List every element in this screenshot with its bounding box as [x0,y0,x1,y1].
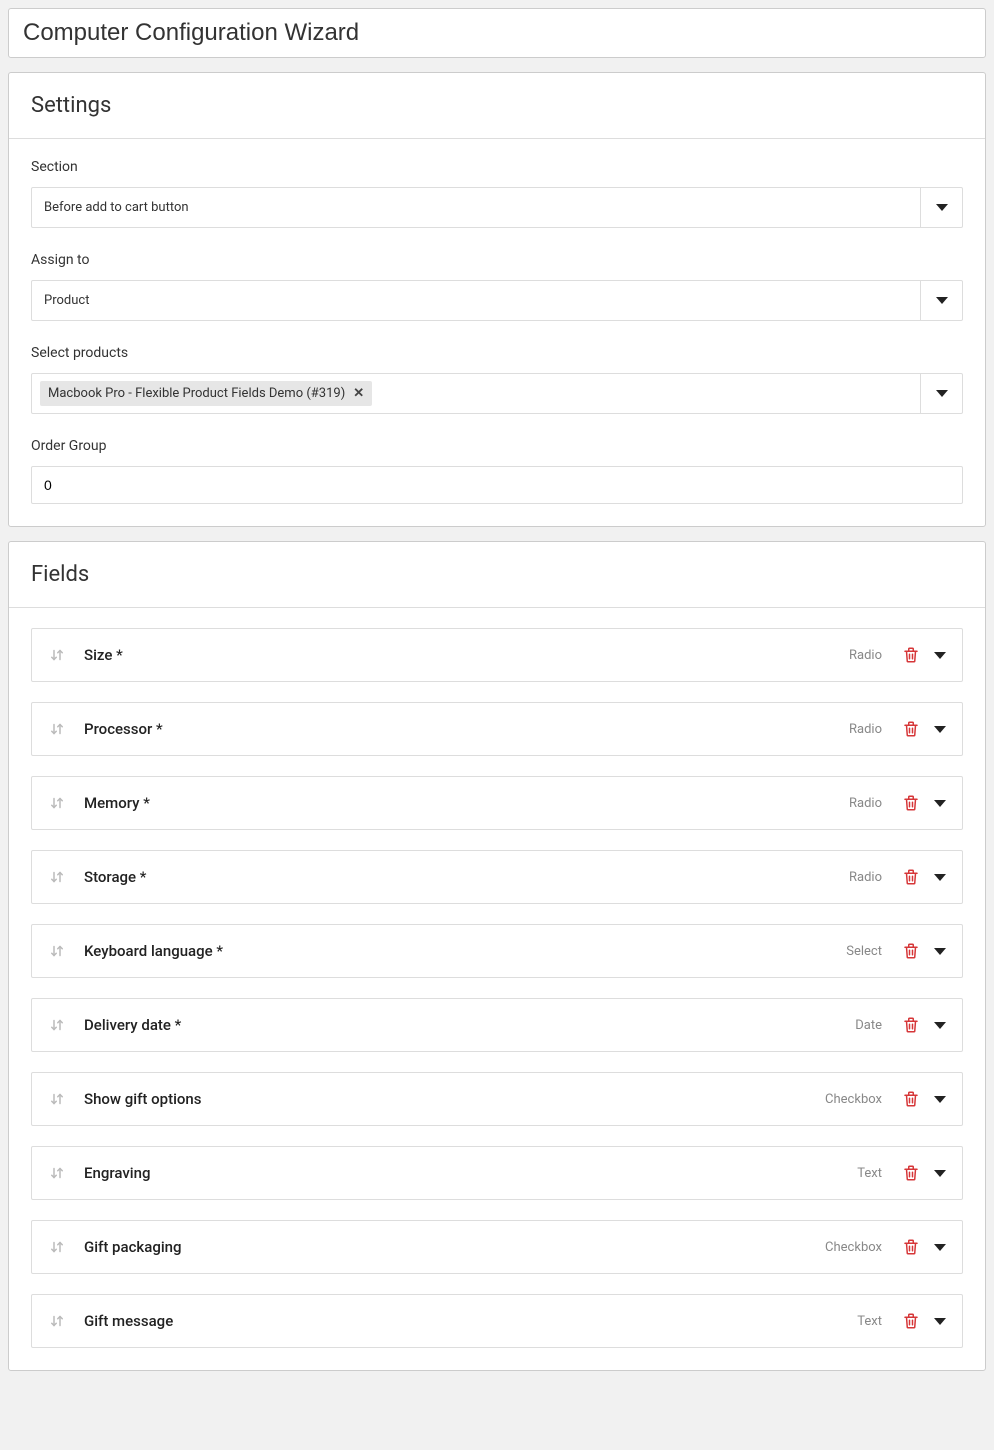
field-row[interactable]: Size *Radio [31,628,963,682]
sort-icon[interactable] [48,720,66,738]
field-type: Date [855,1018,882,1033]
field-row[interactable]: Storage *Radio [31,850,963,904]
field-row-toggle[interactable] [934,652,946,659]
field-row-toggle[interactable] [934,1170,946,1177]
field-type: Checkbox [825,1092,882,1107]
trash-icon[interactable] [902,1238,920,1256]
field-type: Text [857,1314,882,1329]
field-name: Engraving [84,1164,857,1182]
field-row[interactable]: EngravingText [31,1146,963,1200]
trash-icon[interactable] [902,942,920,960]
select-products-select[interactable]: Macbook Pro - Flexible Product Fields De… [31,373,963,414]
field-row[interactable]: Show gift optionsCheckbox [31,1072,963,1126]
section-label: Section [31,159,963,175]
product-tag: Macbook Pro - Flexible Product Fields De… [40,381,372,406]
trash-icon[interactable] [902,1312,920,1330]
field-name: Gift message [84,1312,857,1330]
chevron-down-icon [934,1244,946,1251]
sort-icon[interactable] [48,1312,66,1330]
sort-icon[interactable] [48,794,66,812]
field-name: Show gift options [84,1090,825,1108]
sort-icon[interactable] [48,1016,66,1034]
sort-icon[interactable] [48,646,66,664]
chevron-down-icon [934,1318,946,1325]
field-row[interactable]: Memory *Radio [31,776,963,830]
sort-icon[interactable] [48,1090,66,1108]
field-row[interactable]: Delivery date *Date [31,998,963,1052]
field-row[interactable]: Gift messageText [31,1294,963,1348]
trash-icon[interactable] [902,794,920,812]
chevron-down-icon [936,297,948,304]
trash-icon[interactable] [902,646,920,664]
field-type: Radio [849,870,882,885]
field-type: Radio [849,648,882,663]
field-name: Memory * [84,794,849,812]
field-row-toggle[interactable] [934,726,946,733]
sort-icon[interactable] [48,868,66,886]
trash-icon[interactable] [902,1164,920,1182]
fields-panel: Fields Size *RadioProcessor *RadioMemory… [8,541,986,1371]
chevron-down-icon [934,800,946,807]
assign-to-select-value: Product [32,281,920,320]
field-name: Delivery date * [84,1016,855,1034]
fields-list: Size *RadioProcessor *RadioMemory *Radio… [31,628,963,1348]
select-products-label: Select products [31,345,963,361]
trash-icon[interactable] [902,868,920,886]
field-name: Size * [84,646,849,664]
settings-panel-header: Settings [9,73,985,139]
chevron-down-icon [934,726,946,733]
field-type: Radio [849,722,882,737]
assign-to-label: Assign to [31,252,963,268]
field-row-toggle[interactable] [934,1022,946,1029]
field-type: Checkbox [825,1240,882,1255]
section-select[interactable]: Before add to cart button [31,187,963,228]
chevron-down-icon [934,874,946,881]
field-row[interactable]: Keyboard language *Select [31,924,963,978]
select-products-toggle[interactable] [920,374,962,413]
field-name: Gift packaging [84,1238,825,1256]
chevron-down-icon [936,390,948,397]
field-row-toggle[interactable] [934,1244,946,1251]
field-type: Select [846,944,882,959]
field-row-toggle[interactable] [934,800,946,807]
field-name: Processor * [84,720,849,738]
field-row-toggle[interactable] [934,874,946,881]
chevron-down-icon [934,1022,946,1029]
section-select-toggle[interactable] [920,188,962,227]
assign-to-select[interactable]: Product [31,280,963,321]
trash-icon[interactable] [902,1090,920,1108]
trash-icon[interactable] [902,720,920,738]
fields-heading: Fields [31,562,963,587]
page-title-input[interactable] [8,8,986,58]
sort-icon[interactable] [48,942,66,960]
assign-to-select-toggle[interactable] [920,281,962,320]
settings-heading: Settings [31,93,963,118]
field-row-toggle[interactable] [934,1096,946,1103]
product-tag-remove[interactable]: ✕ [353,386,364,401]
chevron-down-icon [936,204,948,211]
sort-icon[interactable] [48,1238,66,1256]
chevron-down-icon [934,948,946,955]
field-type: Text [857,1166,882,1181]
field-name: Storage * [84,868,849,886]
chevron-down-icon [934,1170,946,1177]
field-row[interactable]: Gift packagingCheckbox [31,1220,963,1274]
order-group-input[interactable] [31,466,963,504]
section-select-value: Before add to cart button [32,188,920,227]
chevron-down-icon [934,1096,946,1103]
field-type: Radio [849,796,882,811]
field-row[interactable]: Processor *Radio [31,702,963,756]
field-row-toggle[interactable] [934,948,946,955]
product-tag-label: Macbook Pro - Flexible Product Fields De… [48,386,345,401]
chevron-down-icon [934,652,946,659]
order-group-label: Order Group [31,438,963,454]
sort-icon[interactable] [48,1164,66,1182]
fields-panel-header: Fields [9,542,985,608]
trash-icon[interactable] [902,1016,920,1034]
field-name: Keyboard language * [84,942,846,960]
settings-panel: Settings Section Before add to cart butt… [8,72,986,527]
field-row-toggle[interactable] [934,1318,946,1325]
